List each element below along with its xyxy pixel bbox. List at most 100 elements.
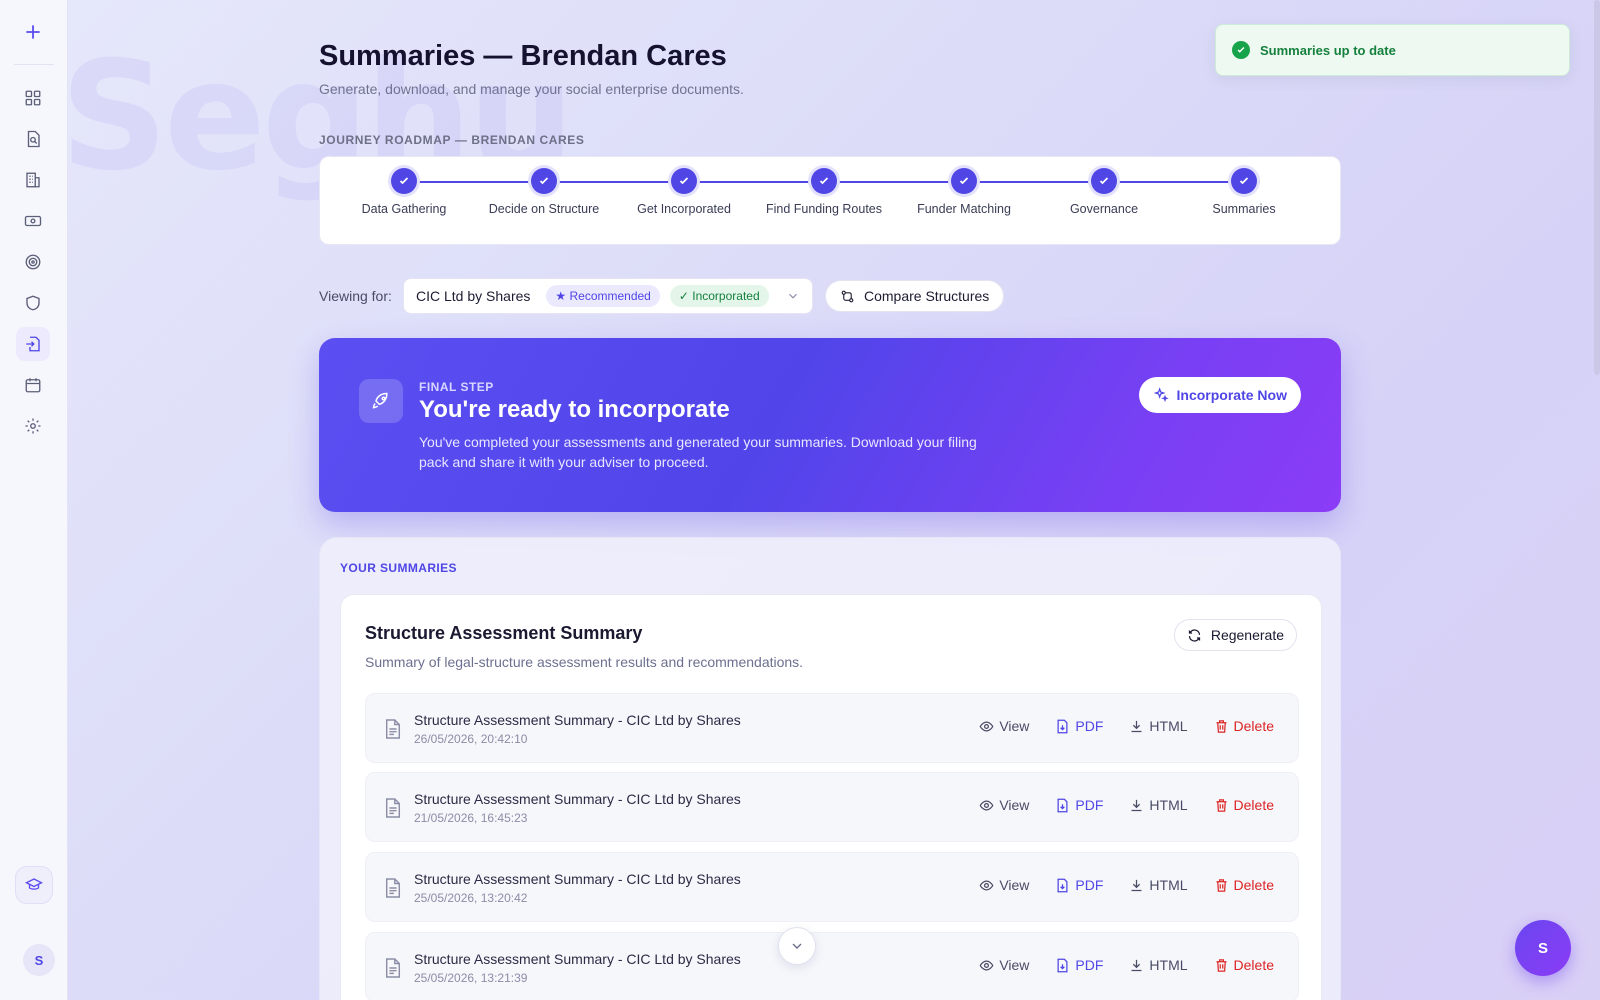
page-scrollbar[interactable] xyxy=(1594,0,1600,375)
file-download-icon xyxy=(1055,878,1070,893)
file-export-icon[interactable] xyxy=(16,327,50,361)
document-actions: View PDF HTML Delete xyxy=(979,797,1274,813)
download-icon xyxy=(1129,719,1144,734)
chevron-down-icon xyxy=(786,289,800,303)
roadmap-step-label: Get Incorporated xyxy=(637,202,731,216)
html-button[interactable]: HTML xyxy=(1129,957,1188,973)
avatar[interactable]: S xyxy=(23,944,55,976)
document-row: Structure Assessment Summary - CIC Ltd b… xyxy=(365,852,1299,922)
download-icon xyxy=(1129,958,1144,973)
roadmap-label: JOURNEY ROADMAP — BRENDAN CARES xyxy=(319,133,585,147)
delete-label: Delete xyxy=(1233,718,1274,734)
plus-icon[interactable] xyxy=(16,15,50,49)
pdf-label: PDF xyxy=(1075,797,1104,813)
dashboard-icon[interactable] xyxy=(16,81,50,115)
document-date: 25/05/2026, 13:21:39 xyxy=(414,971,528,985)
viewing-label: Viewing for: xyxy=(319,288,392,304)
target-icon[interactable] xyxy=(16,245,50,279)
roadmap-step[interactable]: Data Gathering xyxy=(329,168,479,216)
roadmap-step[interactable]: Funder Matching xyxy=(889,168,1039,216)
file-download-icon xyxy=(1055,719,1070,734)
structure-select[interactable]: CIC Ltd by Shares ★ Recommended ✓ Incorp… xyxy=(403,278,813,314)
html-button[interactable]: HTML xyxy=(1129,877,1188,893)
roadmap-step[interactable]: Decide on Structure xyxy=(469,168,619,216)
check-icon xyxy=(531,168,557,194)
check-icon xyxy=(951,168,977,194)
html-button[interactable]: HTML xyxy=(1129,797,1188,813)
roadmap-step-label: Data Gathering xyxy=(361,202,447,216)
calendar-icon[interactable] xyxy=(16,368,50,402)
delete-label: Delete xyxy=(1233,797,1274,813)
html-label: HTML xyxy=(1149,957,1188,973)
assistant-fab-button[interactable]: S xyxy=(1515,920,1571,976)
file-download-icon xyxy=(1055,798,1070,813)
graduation-cap-icon[interactable] xyxy=(15,866,53,904)
document-row: Structure Assessment Summary - CIC Ltd b… xyxy=(365,932,1299,1000)
shield-icon[interactable] xyxy=(16,286,50,320)
eye-icon xyxy=(979,878,994,893)
file-download-icon xyxy=(1055,958,1070,973)
check-icon xyxy=(1231,168,1257,194)
trash-icon xyxy=(1214,958,1229,973)
pdf-label: PDF xyxy=(1075,877,1104,893)
viewing-row: Viewing for: CIC Ltd by Shares ★ Recomme… xyxy=(319,278,1341,314)
check-icon xyxy=(391,168,417,194)
pdf-button[interactable]: PDF xyxy=(1055,797,1103,813)
regenerate-label: Regenerate xyxy=(1210,627,1284,643)
roadmap-card: Data Gathering Decide on Structure Get Inc… xyxy=(319,156,1341,245)
refresh-icon xyxy=(1187,628,1202,643)
trash-icon xyxy=(1214,798,1229,813)
pdf-button[interactable]: PDF xyxy=(1055,957,1103,973)
view-label: View xyxy=(999,718,1030,734)
delete-button[interactable]: Delete xyxy=(1214,877,1274,893)
file-text-icon xyxy=(384,719,402,744)
view-button[interactable]: View xyxy=(979,877,1029,893)
incorporate-now-button[interactable]: Incorporate Now xyxy=(1138,377,1301,413)
file-text-icon xyxy=(384,798,402,823)
eye-icon xyxy=(979,798,994,813)
view-button[interactable]: View xyxy=(979,957,1029,973)
scroll-down-button[interactable] xyxy=(778,927,816,965)
document-actions: View PDF HTML Delete xyxy=(979,718,1274,734)
compare-structures-button[interactable]: Compare Structures xyxy=(825,280,1005,312)
eye-icon xyxy=(979,719,994,734)
structure-name: CIC Ltd by Shares xyxy=(416,288,531,304)
regenerate-button[interactable]: Regenerate xyxy=(1173,619,1297,651)
view-button[interactable]: View xyxy=(979,718,1029,734)
view-button[interactable]: View xyxy=(979,797,1029,813)
pdf-button[interactable]: PDF xyxy=(1055,877,1103,893)
roadmap-step-label: Funder Matching xyxy=(917,202,1011,216)
search-document-icon[interactable] xyxy=(16,122,50,156)
pdf-button[interactable]: PDF xyxy=(1055,718,1103,734)
roadmap-step[interactable]: Get Incorporated xyxy=(609,168,759,216)
delete-button[interactable]: Delete xyxy=(1214,957,1274,973)
view-label: View xyxy=(999,877,1030,893)
incorporate-now-label: Incorporate Now xyxy=(1176,387,1287,403)
pdf-label: PDF xyxy=(1075,718,1104,734)
delete-button[interactable]: Delete xyxy=(1214,718,1274,734)
roadmap-step[interactable]: Governance xyxy=(1029,168,1179,216)
money-icon[interactable] xyxy=(16,204,50,238)
download-icon xyxy=(1129,798,1144,813)
roadmap-step[interactable]: Summaries xyxy=(1169,168,1319,216)
html-label: HTML xyxy=(1149,797,1188,813)
html-button[interactable]: HTML xyxy=(1129,718,1188,734)
banner-text: You've completed your assessments and ge… xyxy=(419,434,977,470)
check-icon xyxy=(671,168,697,194)
gear-icon[interactable] xyxy=(16,409,50,443)
document-name: Structure Assessment Summary - CIC Ltd b… xyxy=(414,951,741,967)
roadmap-step-label: Find Funding Routes xyxy=(765,202,883,216)
sparkles-icon xyxy=(1153,387,1169,403)
incorporated-badge: ✓ Incorporated xyxy=(669,285,769,307)
file-text-icon xyxy=(384,878,402,903)
banner-eyebrow: FINAL STEP xyxy=(419,380,494,394)
summary-card-description: Summary of legal-structure assessment re… xyxy=(365,654,804,670)
building-icon[interactable] xyxy=(16,163,50,197)
summaries-panel: YOUR SUMMARIES Structure Assessment Summ… xyxy=(319,537,1341,1000)
eye-icon xyxy=(979,958,994,973)
document-name: Structure Assessment Summary - CIC Ltd b… xyxy=(414,871,741,887)
delete-button[interactable]: Delete xyxy=(1214,797,1274,813)
banner-title: You're ready to incorporate xyxy=(419,396,730,423)
document-row: Structure Assessment Summary - CIC Ltd b… xyxy=(365,772,1299,842)
roadmap-step[interactable]: Find Funding Routes xyxy=(749,168,899,216)
